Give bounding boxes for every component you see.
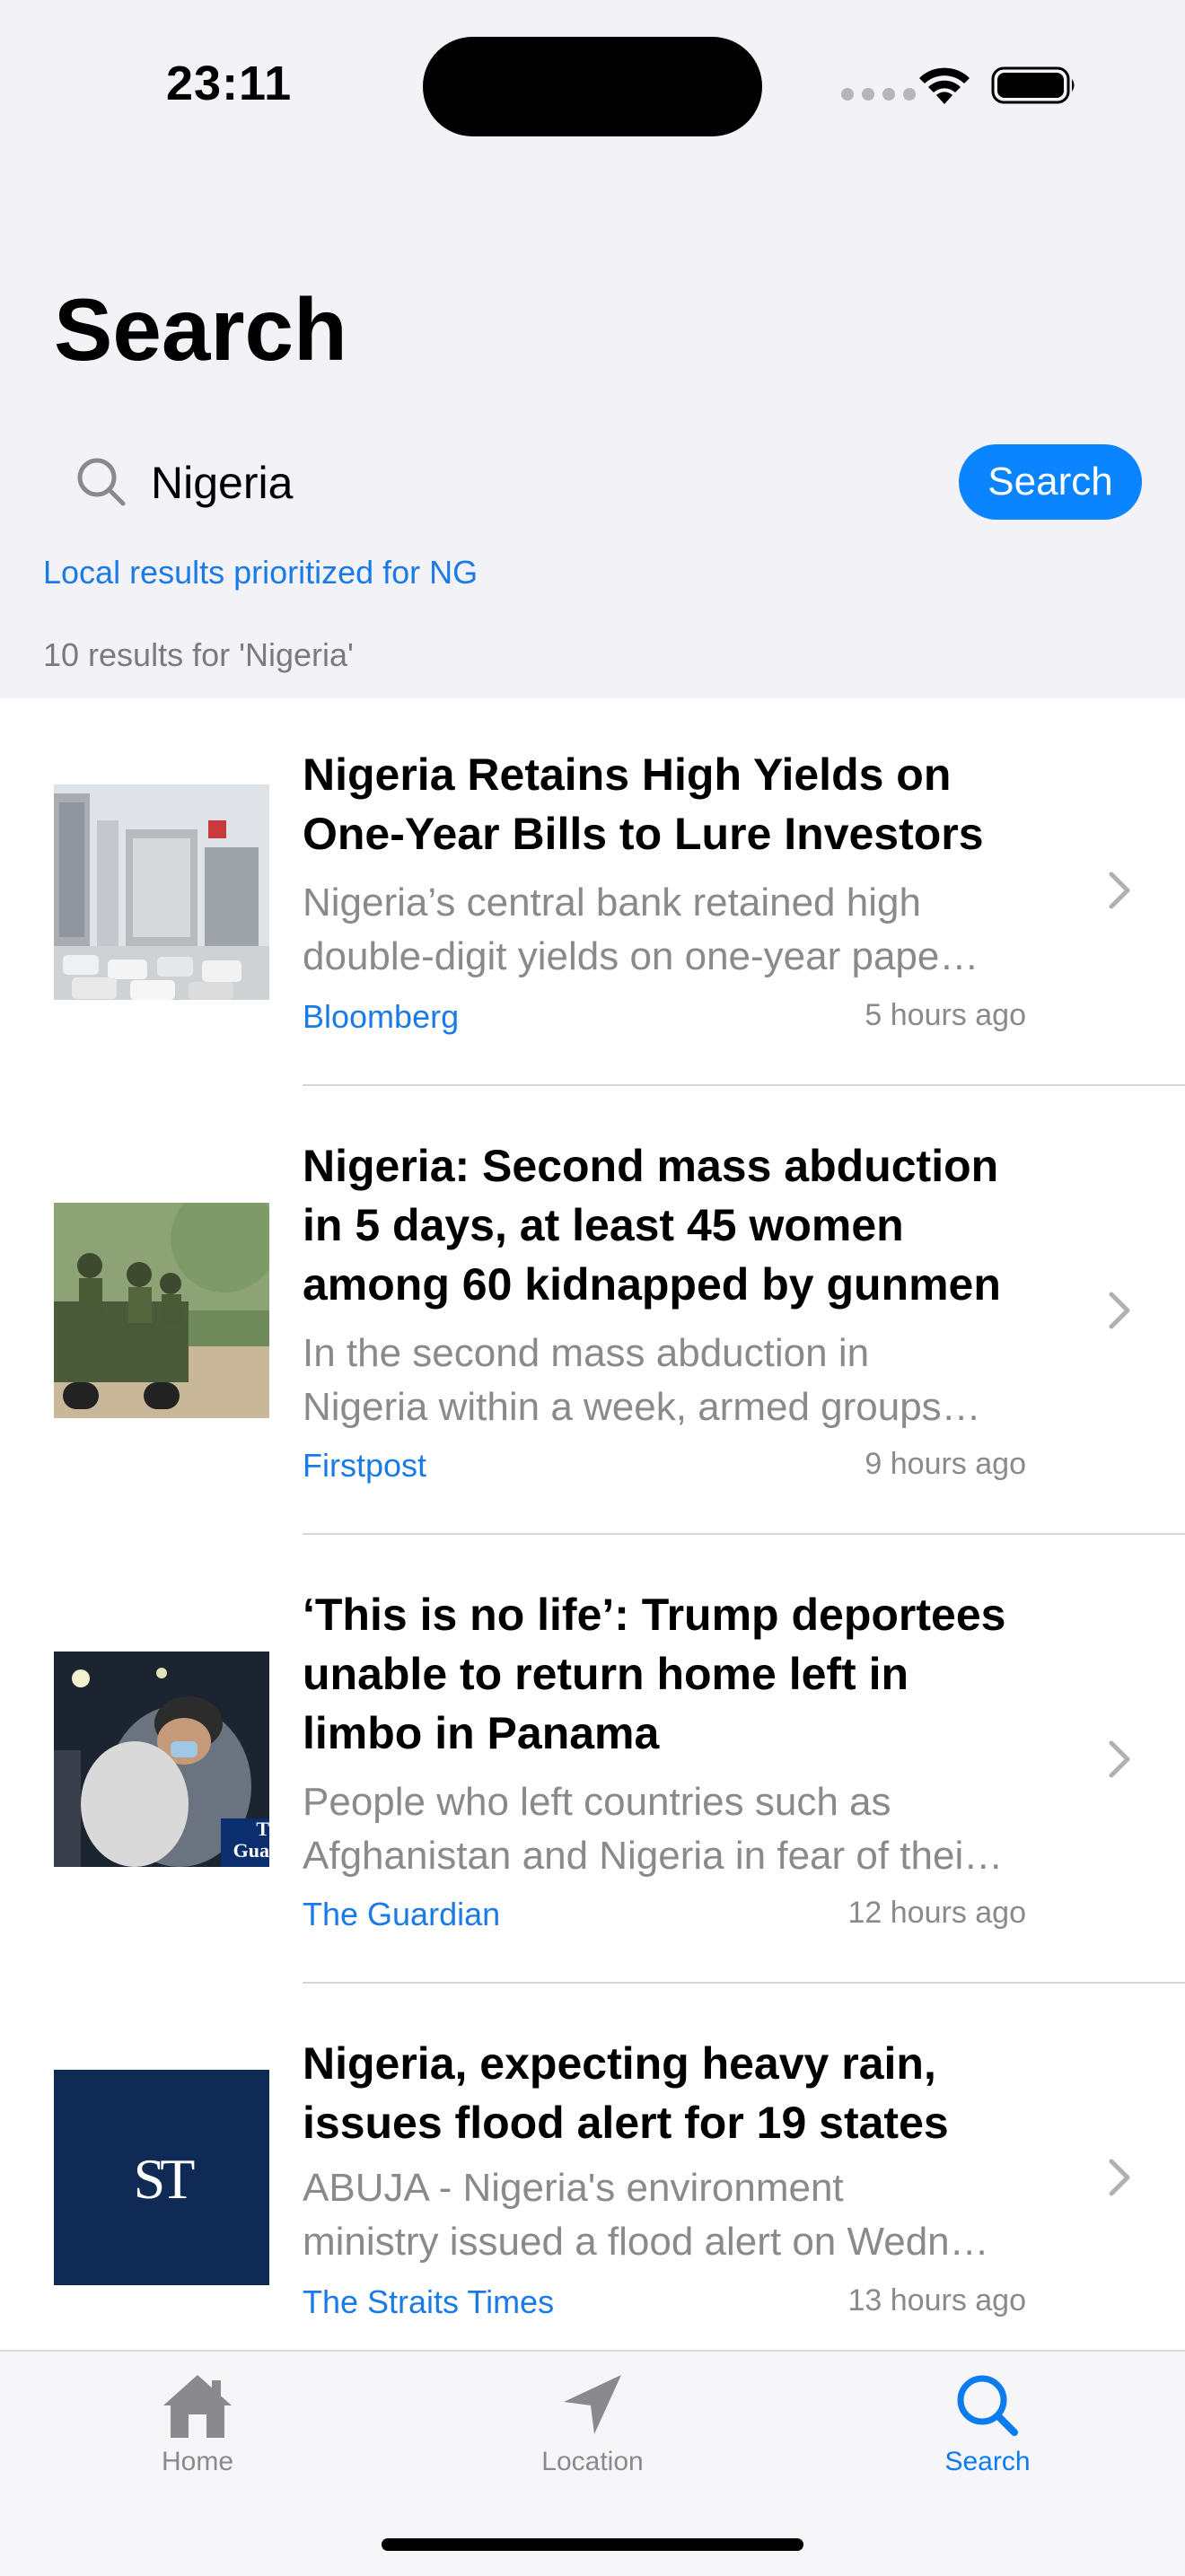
result-source[interactable]: The Straits Times bbox=[303, 2283, 554, 2321]
tab-search[interactable]: Search bbox=[880, 2371, 1095, 2515]
tab-home[interactable]: Home bbox=[90, 2371, 305, 2515]
result-summary: In the second mass abduction in bbox=[303, 1331, 870, 1375]
chevron-right-icon bbox=[1109, 1740, 1130, 1778]
result-age: 9 hours ago bbox=[865, 1447, 1026, 1481]
result-summary: Nigeria within a week, armed groups… bbox=[303, 1385, 981, 1429]
tab-label: Home bbox=[161, 2447, 234, 2476]
wifi-icon bbox=[919, 67, 970, 104]
result-item[interactable]: T Gua ‘This is no life’: Trump deportees… bbox=[0, 1535, 1185, 1984]
status-time: 23:11 bbox=[166, 57, 293, 110]
search-icon bbox=[75, 456, 127, 513]
result-source[interactable]: Bloomberg bbox=[303, 998, 459, 1036]
result-source[interactable]: The Guardian bbox=[303, 1896, 500, 1933]
guardian-logo-badge: T Gua bbox=[233, 1818, 269, 1862]
result-thumbnail bbox=[54, 784, 269, 1000]
dynamic-island bbox=[423, 37, 762, 136]
home-indicator[interactable] bbox=[382, 2538, 803, 2551]
result-headline: Nigeria Retains High Yields on One-Year … bbox=[303, 749, 984, 859]
result-item[interactable]: Nigeria: Second mass abduction in 5 days… bbox=[0, 1086, 1185, 1535]
result-summary: ministry issued a flood alert on Wedn… bbox=[303, 2220, 989, 2264]
result-thumbnail bbox=[54, 1203, 269, 1418]
battery-icon bbox=[991, 66, 1075, 104]
magnifier-icon bbox=[957, 2375, 1018, 2436]
result-thumbnail: ST bbox=[54, 2070, 269, 2285]
straits-times-logo: ST bbox=[133, 2147, 196, 2211]
search-input[interactable] bbox=[151, 449, 941, 517]
cellular-signal-icon bbox=[841, 88, 916, 101]
result-headline: Nigeria: Second mass abduction in 5 days… bbox=[303, 1141, 1001, 1310]
result-item[interactable]: Nigeria Retains High Yields on One-Year … bbox=[0, 698, 1185, 1086]
search-button[interactable]: Search bbox=[959, 444, 1142, 520]
tab-label: Location bbox=[541, 2447, 644, 2476]
result-headline: ‘This is no life’: Trump deportees unabl… bbox=[303, 1590, 1006, 1758]
chevron-right-icon bbox=[1109, 872, 1130, 909]
chevron-right-icon bbox=[1109, 1292, 1130, 1329]
result-source[interactable]: Firstpost bbox=[303, 1447, 426, 1485]
soldiers-truck-photo bbox=[54, 1203, 269, 1418]
status-bar: 23:11 bbox=[0, 0, 1185, 136]
city-buildings-photo bbox=[54, 784, 269, 1000]
result-age: 13 hours ago bbox=[847, 2283, 1027, 2318]
result-thumbnail: T Gua bbox=[54, 1652, 269, 1867]
chevron-right-icon bbox=[1109, 2159, 1130, 2196]
page-title: Search bbox=[54, 280, 347, 379]
result-summary: People who left countries such as bbox=[303, 1780, 891, 1824]
tab-label: Search bbox=[944, 2447, 1031, 2476]
result-headline: Nigeria, expecting heavy rain, issues fl… bbox=[303, 2038, 949, 2148]
local-results-note: Local results prioritized for NG bbox=[43, 554, 478, 591]
house-icon bbox=[163, 2375, 232, 2438]
tab-location[interactable]: Location bbox=[485, 2371, 700, 2515]
result-summary: Afghanistan and Nigeria in fear of thei… bbox=[303, 1834, 1004, 1878]
location-arrow-icon bbox=[564, 2375, 621, 2434]
result-summary: double-digit yields on one-year pape… bbox=[303, 934, 979, 978]
result-age: 5 hours ago bbox=[865, 998, 1026, 1032]
result-summary: Nigeria’s central bank retained high bbox=[303, 881, 921, 924]
result-item[interactable]: ST Nigeria, expecting heavy rain, issues… bbox=[0, 1984, 1185, 2371]
result-count: 10 results for 'Nigeria' bbox=[43, 636, 354, 673]
result-summary: ABUJA - Nigeria's environment bbox=[303, 2166, 844, 2210]
result-age: 12 hours ago bbox=[847, 1896, 1027, 1930]
